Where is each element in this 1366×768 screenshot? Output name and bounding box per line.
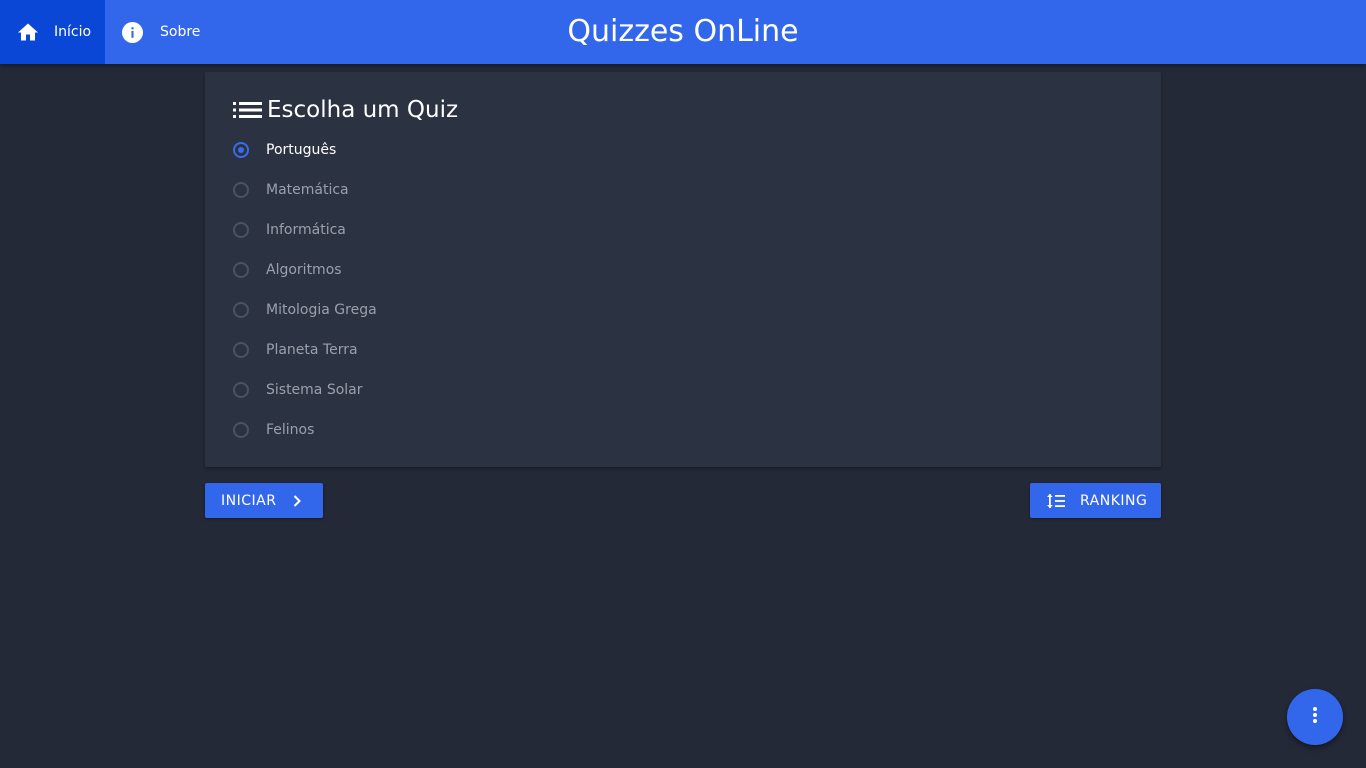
quiz-option-label: Português <box>266 142 337 158</box>
more-vertical-icon <box>1313 707 1317 727</box>
start-button-label: INICIAR <box>221 492 277 509</box>
quiz-option-label: Mitologia Grega <box>266 302 377 318</box>
quiz-option-matematica[interactable]: Matemática <box>233 175 633 205</box>
radio-button[interactable] <box>233 302 249 318</box>
quiz-option-label: Algoritmos <box>266 262 342 278</box>
tab-sobre[interactable]: Sobre <box>105 0 215 64</box>
quiz-option-felinos[interactable]: Felinos <box>233 415 633 445</box>
sort-icon <box>1047 493 1065 508</box>
ranking-button-label: RANKING <box>1080 492 1148 509</box>
start-button[interactable]: INICIAR <box>205 483 323 518</box>
radio-button[interactable] <box>233 182 249 198</box>
tab-inicio[interactable]: Início <box>0 0 105 64</box>
home-icon <box>17 21 39 43</box>
list-icon <box>233 98 264 122</box>
quiz-option-label: Sistema Solar <box>266 382 363 398</box>
quiz-option-label: Matemática <box>266 182 349 198</box>
radio-button[interactable] <box>233 262 249 278</box>
card-title-text: Escolha um Quiz <box>267 97 459 123</box>
quiz-option-label: Planeta Terra <box>266 342 358 358</box>
ranking-button[interactable]: RANKING <box>1030 483 1161 518</box>
radio-button[interactable] <box>233 342 249 358</box>
quiz-selection-card: Escolha um Quiz Português Matemática Inf… <box>205 72 1161 467</box>
quiz-option-informatica[interactable]: Informática <box>233 215 633 245</box>
quiz-option-label: Felinos <box>266 422 315 438</box>
chevron-right-icon <box>293 494 302 507</box>
more-options-button[interactable] <box>1287 689 1343 745</box>
quiz-option-label: Informática <box>266 222 346 238</box>
tab-inicio-label: Início <box>54 24 92 40</box>
quiz-option-mitologia-grega[interactable]: Mitologia Grega <box>233 295 633 325</box>
quiz-option-portugues[interactable]: Português <box>233 135 633 165</box>
quiz-option-algoritmos[interactable]: Algoritmos <box>233 255 633 285</box>
quiz-option-planeta-terra[interactable]: Planeta Terra <box>233 335 633 365</box>
tab-sobre-label: Sobre <box>160 24 201 40</box>
radio-button[interactable] <box>233 222 249 238</box>
app-bar: Início Sobre Quizzes OnLine <box>0 0 1366 64</box>
card-title: Escolha um Quiz <box>233 94 458 126</box>
quiz-option-sistema-solar[interactable]: Sistema Solar <box>233 375 633 405</box>
info-icon <box>121 21 143 43</box>
radio-button[interactable] <box>233 142 249 158</box>
radio-button[interactable] <box>233 422 249 438</box>
radio-button[interactable] <box>233 382 249 398</box>
